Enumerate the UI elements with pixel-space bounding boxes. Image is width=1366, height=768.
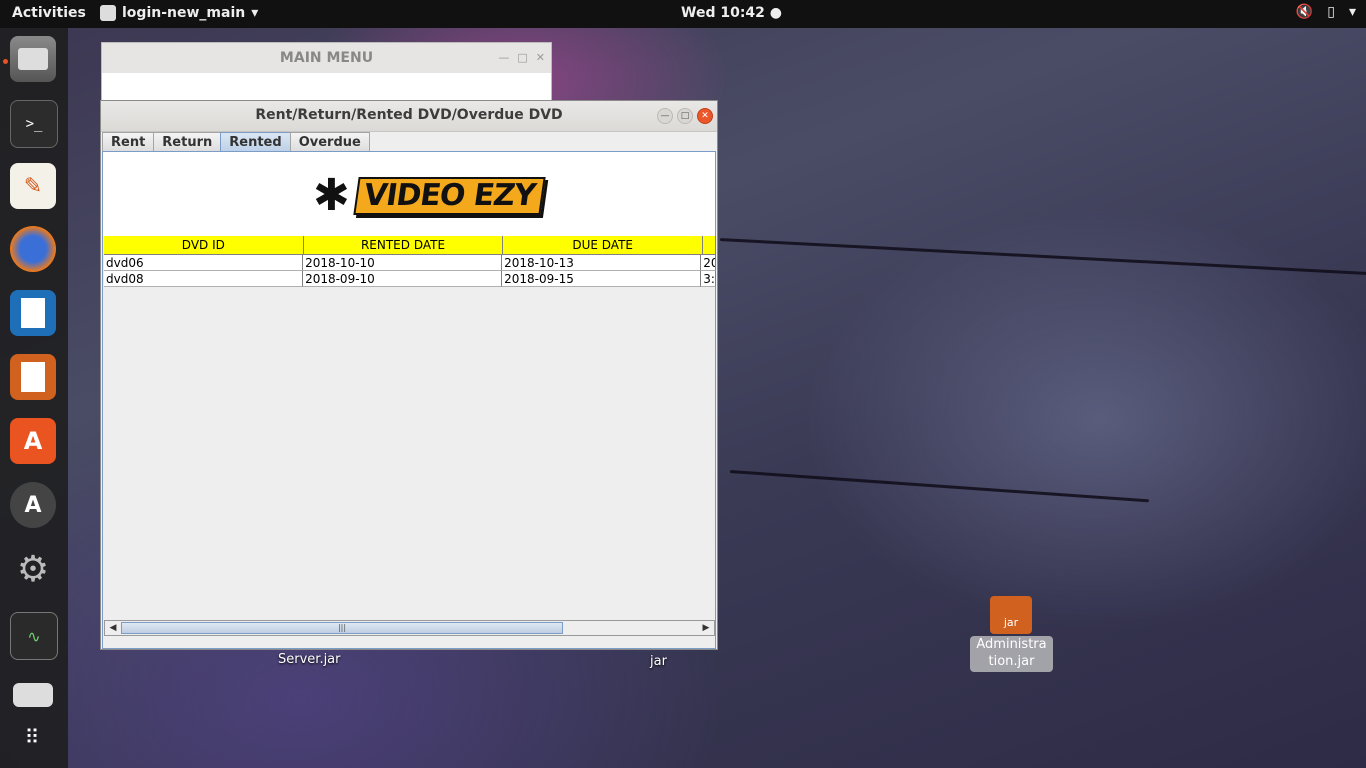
- chevron-down-icon: ▾: [1348, 4, 1356, 20]
- dock: >_ ✎ A A ⚙ ∿ ⠿: [0, 28, 68, 768]
- column-header-partial[interactable]: [703, 236, 716, 255]
- maximize-icon[interactable]: □: [517, 51, 527, 64]
- scroll-left-icon[interactable]: ◀: [106, 621, 120, 635]
- table-cell[interactable]: 2018-10-10: [303, 255, 503, 271]
- tab-rent[interactable]: Rent: [102, 132, 155, 152]
- software-updater-icon[interactable]: A: [10, 482, 56, 528]
- activities-button[interactable]: Activities: [12, 5, 86, 21]
- window-titlebar[interactable]: Rent/Return/Rented DVD/Overdue DVD — □ ✕: [101, 101, 717, 132]
- settings-icon[interactable]: ⚙: [10, 546, 56, 592]
- chevron-down-icon: ▾: [251, 5, 259, 21]
- asterisk-icon: ✱: [313, 170, 350, 221]
- tab-rented[interactable]: Rented: [220, 132, 291, 152]
- logo-area: ✱ VIDEO EZY: [103, 152, 715, 236]
- table-row[interactable]: dvd06 2018-10-10 2018-10-13 20: [104, 255, 716, 271]
- files-icon[interactable]: [10, 36, 56, 82]
- maximize-button[interactable]: □: [677, 108, 693, 124]
- jar-file-icon[interactable]: jar: [990, 596, 1032, 634]
- app-menu-label: login-new_main: [122, 5, 246, 21]
- table-row[interactable]: dvd08 2018-09-10 2018-09-15 3:: [104, 271, 716, 287]
- jar-file-label[interactable]: jar: [650, 654, 667, 669]
- administration-jar-label[interactable]: Administra tion.jar: [970, 636, 1053, 672]
- scrollbar-thumb[interactable]: |||: [121, 622, 563, 634]
- rented-table: DVD ID RENTED DATE DUE DATE dvd06 2018-1…: [104, 236, 716, 620]
- clock[interactable]: Wed 10:42 ●: [681, 5, 782, 21]
- table-cell[interactable]: 3:: [701, 271, 716, 287]
- writer-icon[interactable]: [10, 290, 56, 336]
- table-cell[interactable]: 2018-10-13: [502, 255, 702, 271]
- minimize-button[interactable]: —: [657, 108, 673, 124]
- main-menu-title: MAIN MENU: [279, 50, 374, 66]
- table-header-row: DVD ID RENTED DATE DUE DATE: [104, 236, 716, 255]
- close-button[interactable]: ✕: [697, 108, 713, 124]
- table-cell[interactable]: 20: [701, 255, 716, 271]
- horizontal-scrollbar[interactable]: ◀ ||| ▶: [104, 620, 715, 636]
- java-app-icon: [100, 5, 116, 21]
- running-indicator: [3, 59, 8, 64]
- jar-badge: jar: [1003, 616, 1019, 629]
- column-header-rented-date[interactable]: RENTED DATE: [303, 236, 504, 255]
- clock-label: Wed 10:42: [681, 5, 765, 21]
- text-editor-icon[interactable]: ✎: [10, 163, 56, 209]
- show-applications-icon[interactable]: ⠿: [10, 714, 56, 760]
- firefox-icon[interactable]: [10, 226, 56, 272]
- software-center-icon[interactable]: A: [10, 418, 56, 464]
- top-bar: Activities login-new_main ▾ Wed 10:42 ● …: [0, 0, 1366, 28]
- system-tray[interactable]: 🔇 ▯ ▾: [1296, 4, 1356, 20]
- impress-icon[interactable]: [10, 354, 56, 400]
- background-crack: [719, 238, 1366, 276]
- tab-return[interactable]: Return: [153, 132, 222, 152]
- close-icon[interactable]: ✕: [536, 51, 545, 64]
- background-crack: [729, 470, 1150, 503]
- table-cell[interactable]: 2018-09-15: [502, 271, 702, 287]
- video-ezy-logo: ✱ VIDEO EZY: [313, 170, 546, 221]
- tab-overdue[interactable]: Overdue: [289, 132, 370, 152]
- server-jar-label[interactable]: Server.jar: [278, 652, 341, 667]
- table-cell[interactable]: 2018-09-10: [303, 271, 503, 287]
- column-header-due-date[interactable]: DUE DATE: [503, 236, 704, 255]
- column-header-dvd-id[interactable]: DVD ID: [104, 236, 304, 255]
- rent-return-window: Rent/Return/Rented DVD/Overdue DVD — □ ✕…: [100, 100, 718, 650]
- app-menu[interactable]: login-new_main ▾: [100, 5, 258, 21]
- main-menu-window-controls: — □ ✕: [498, 51, 545, 64]
- terminal-icon[interactable]: >_: [10, 100, 58, 148]
- window-title: Rent/Return/Rented DVD/Overdue DVD: [255, 107, 563, 123]
- scroll-right-icon[interactable]: ▶: [699, 621, 713, 635]
- volume-muted-icon: 🔇: [1295, 4, 1314, 20]
- table-cell[interactable]: dvd06: [104, 255, 304, 271]
- minimize-icon[interactable]: —: [498, 51, 509, 64]
- main-menu-titlebar[interactable]: MAIN MENU: [102, 43, 551, 73]
- logo-text: VIDEO EZY: [353, 177, 546, 215]
- table-cell[interactable]: dvd08: [104, 271, 304, 287]
- tab-bar: Rent Return Rented Overdue: [102, 132, 370, 152]
- battery-icon: ▯: [1327, 4, 1335, 20]
- system-monitor-icon[interactable]: ∿: [10, 612, 58, 660]
- optical-drive-icon[interactable]: [10, 672, 56, 718]
- rented-panel: ✱ VIDEO EZY DVD ID RENTED DATE DUE DATE …: [102, 151, 716, 649]
